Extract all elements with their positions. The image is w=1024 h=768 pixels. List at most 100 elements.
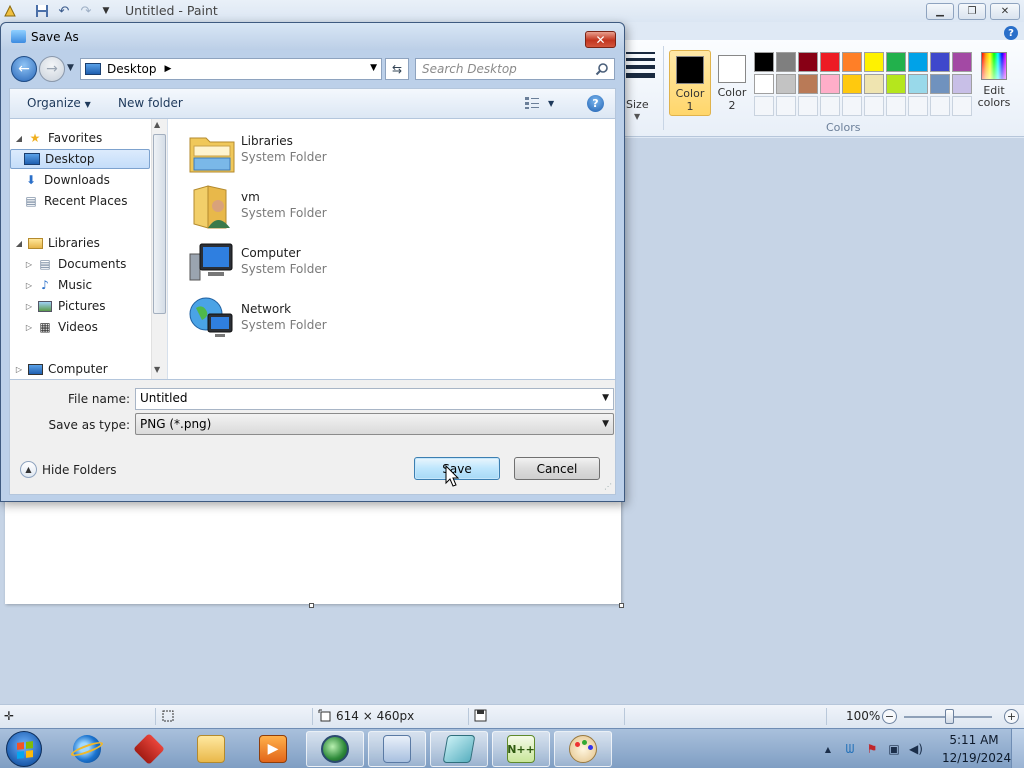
expand-arrow-icon[interactable]: ◢ xyxy=(14,134,24,143)
file-item-network[interactable]: Network System Folder xyxy=(188,293,408,345)
close-button[interactable]: ✕ xyxy=(990,3,1020,20)
taskbar-media-player[interactable]: ▶ xyxy=(244,731,302,767)
zoom-out-button[interactable]: − xyxy=(882,709,897,724)
chevron-down-icon[interactable]: ▼ xyxy=(370,63,377,73)
collapse-arrow-icon[interactable]: ▷ xyxy=(24,302,34,311)
network-icon[interactable]: ▣ xyxy=(886,741,902,757)
help-icon[interactable]: ? xyxy=(587,95,604,112)
palette-swatch[interactable] xyxy=(886,74,906,94)
file-item-libraries[interactable]: Libraries System Folder xyxy=(188,125,408,177)
dialog-close-button[interactable]: ✕ xyxy=(585,31,616,48)
refresh-button[interactable]: ⇆ xyxy=(385,58,409,80)
nav-recent-places[interactable]: ▤ Recent Places xyxy=(10,191,152,211)
action-center-icon[interactable]: ⚑ xyxy=(864,741,880,757)
palette-custom-slot[interactable] xyxy=(754,96,774,116)
change-view-button[interactable]: ▼ xyxy=(524,96,554,110)
paint-app-icon[interactable] xyxy=(2,3,18,19)
taskbar-explorer[interactable] xyxy=(182,731,240,767)
canvas-resize-handle-corner[interactable] xyxy=(619,603,624,608)
restore-button[interactable]: ❐ xyxy=(958,3,986,20)
taskbar-internet-explorer[interactable] xyxy=(58,731,116,767)
palette-swatch[interactable] xyxy=(908,74,928,94)
recent-locations-icon[interactable]: ▼ xyxy=(67,63,74,73)
redo-icon[interactable]: ↷ xyxy=(78,3,94,19)
hide-folders-button[interactable]: ▲ Hide Folders xyxy=(20,461,117,478)
nav-music[interactable]: ▷ ♪ Music xyxy=(24,275,166,295)
minimize-button[interactable]: ▁ xyxy=(926,3,954,20)
customize-toolbar-icon[interactable]: ▼ xyxy=(98,3,114,19)
palette-swatch[interactable] xyxy=(754,74,774,94)
expand-arrow-icon[interactable]: ◢ xyxy=(14,239,24,248)
palette-custom-slot[interactable] xyxy=(952,96,972,116)
nav-desktop[interactable]: Desktop xyxy=(10,149,150,169)
file-name-combobox[interactable]: ▼ xyxy=(135,388,614,410)
file-item-vm[interactable]: vm System Folder xyxy=(188,181,408,233)
collapse-arrow-icon[interactable]: ▷ xyxy=(24,260,34,269)
palette-swatch[interactable] xyxy=(842,74,862,94)
palette-swatch[interactable] xyxy=(798,52,818,72)
palette-swatch[interactable] xyxy=(842,52,862,72)
palette-custom-slot[interactable] xyxy=(820,96,840,116)
undo-icon[interactable]: ↶ xyxy=(56,3,72,19)
collapse-arrow-icon[interactable]: ▷ xyxy=(24,323,34,332)
back-button[interactable]: ← xyxy=(11,56,37,82)
palette-custom-slot[interactable] xyxy=(776,96,796,116)
palette-swatch[interactable] xyxy=(754,52,774,72)
zoom-slider-thumb[interactable] xyxy=(945,709,954,724)
palette-swatch[interactable] xyxy=(776,74,796,94)
start-button[interactable] xyxy=(6,731,42,767)
palette-swatch[interactable] xyxy=(820,52,840,72)
search-input[interactable] xyxy=(422,62,592,76)
collapse-arrow-icon[interactable]: ▷ xyxy=(24,281,34,290)
address-text[interactable]: Desktop xyxy=(107,62,157,76)
scrollbar-thumb[interactable] xyxy=(153,134,166,314)
color2-button[interactable]: Color 2 xyxy=(711,50,753,116)
palette-swatch[interactable] xyxy=(908,52,928,72)
volume-icon[interactable]: ◀) xyxy=(908,741,924,757)
nav-scrollbar[interactable]: ▲ ▼ xyxy=(151,119,167,379)
taskbar-app-globe[interactable] xyxy=(306,731,364,767)
palette-custom-slot[interactable] xyxy=(842,96,862,116)
file-name-input[interactable] xyxy=(140,391,580,405)
nav-libraries[interactable]: ◢ Libraries xyxy=(14,233,156,253)
save-icon[interactable] xyxy=(34,3,50,19)
taskbar-app-tablet[interactable] xyxy=(430,731,488,767)
palette-custom-slot[interactable] xyxy=(864,96,884,116)
palette-swatch[interactable] xyxy=(864,52,884,72)
palette-swatch[interactable] xyxy=(952,52,972,72)
taskbar-paint[interactable] xyxy=(554,731,612,767)
organize-button[interactable]: Organize ▼ xyxy=(27,96,91,110)
palette-swatch[interactable] xyxy=(776,52,796,72)
address-bar[interactable]: Desktop ▶ ▼ xyxy=(80,58,382,80)
canvas-resize-handle-bottom[interactable] xyxy=(309,603,314,608)
search-box[interactable] xyxy=(415,58,615,80)
show-desktop-button[interactable] xyxy=(1011,729,1024,768)
palette-custom-slot[interactable] xyxy=(886,96,906,116)
cancel-button[interactable]: Cancel xyxy=(514,457,600,480)
search-icon[interactable] xyxy=(595,62,609,76)
taskbar-app-window[interactable] xyxy=(368,731,426,767)
zoom-in-button[interactable]: + xyxy=(1004,709,1019,724)
palette-swatch[interactable] xyxy=(864,74,884,94)
taskbar-app-red[interactable] xyxy=(120,731,178,767)
help-icon[interactable]: ? xyxy=(1004,26,1018,40)
chevron-right-icon[interactable]: ▶ xyxy=(165,64,172,74)
palette-swatch[interactable] xyxy=(798,74,818,94)
save-as-type-select[interactable]: PNG (*.png) ▼ xyxy=(135,413,614,435)
palette-custom-slot[interactable] xyxy=(798,96,818,116)
file-item-computer[interactable]: Computer System Folder xyxy=(188,237,408,289)
clock-date[interactable]: 12/19/2024 xyxy=(942,751,1011,765)
clock-time[interactable]: 5:11 AM xyxy=(945,733,1003,747)
scroll-up-icon[interactable]: ▲ xyxy=(154,120,160,129)
chevron-down-icon[interactable]: ▼ xyxy=(602,393,609,403)
palette-custom-slot[interactable] xyxy=(930,96,950,116)
network-app-tray-icon[interactable]: ᗯ xyxy=(842,741,858,757)
taskbar-app-notepadpp[interactable]: N++ xyxy=(492,731,550,767)
new-folder-button[interactable]: New folder xyxy=(118,96,183,110)
palette-swatch[interactable] xyxy=(930,52,950,72)
forward-button[interactable]: → xyxy=(39,56,65,82)
save-button[interactable]: Save xyxy=(414,457,500,480)
collapse-arrow-icon[interactable]: ▷ xyxy=(14,365,24,374)
nav-documents[interactable]: ▷ ▤ Documents xyxy=(24,254,166,274)
palette-swatch[interactable] xyxy=(952,74,972,94)
